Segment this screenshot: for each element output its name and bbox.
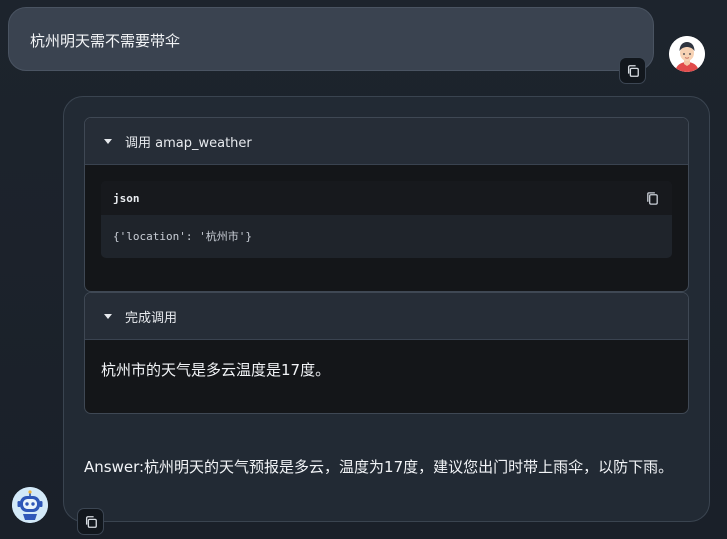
chat-page: 杭州明天需不需要带伞 调用 amap_weather json {'locati… [0,0,727,539]
copy-assistant-message-button[interactable] [77,508,104,535]
user-avatar-icon [669,36,705,72]
tool-result-panel: 完成调用 杭州市的天气是多云温度是17度。 [84,292,689,414]
bot-avatar [12,487,48,523]
code-language-label: json [113,191,140,205]
copy-code-icon[interactable] [645,191,660,206]
code-block-header: json [101,181,672,215]
code-block: json {'location': '杭州市'} [101,181,672,258]
tool-result-text: 杭州市的天气是多云温度是17度。 [101,361,331,379]
tool-result-title: 完成调用 [125,310,178,326]
tool-call-title: 调用 amap_weather [125,135,252,151]
tool-call-panel: 调用 amap_weather json {'location': '杭州市'} [84,117,689,292]
tool-call-header[interactable]: 调用 amap_weather [85,118,688,165]
answer-text: Answer:杭州明天的天气预报是多云，温度为17度，建议您出门时带上雨伞，以防… [84,458,674,476]
caret-down-icon[interactable] [104,138,112,144]
user-message-bubble: 杭州明天需不需要带伞 [8,7,654,71]
copy-icon [627,64,639,77]
code-content: {'location': '杭州市'} [113,230,252,243]
tool-result-header[interactable]: 完成调用 [85,293,688,340]
robot-avatar-icon [12,487,48,523]
user-avatar [669,36,705,72]
copy-icon [85,515,97,528]
user-message-text: 杭州明天需不需要带伞 [30,32,181,50]
caret-down-icon[interactable] [104,313,112,319]
copy-user-message-button[interactable] [619,57,646,84]
